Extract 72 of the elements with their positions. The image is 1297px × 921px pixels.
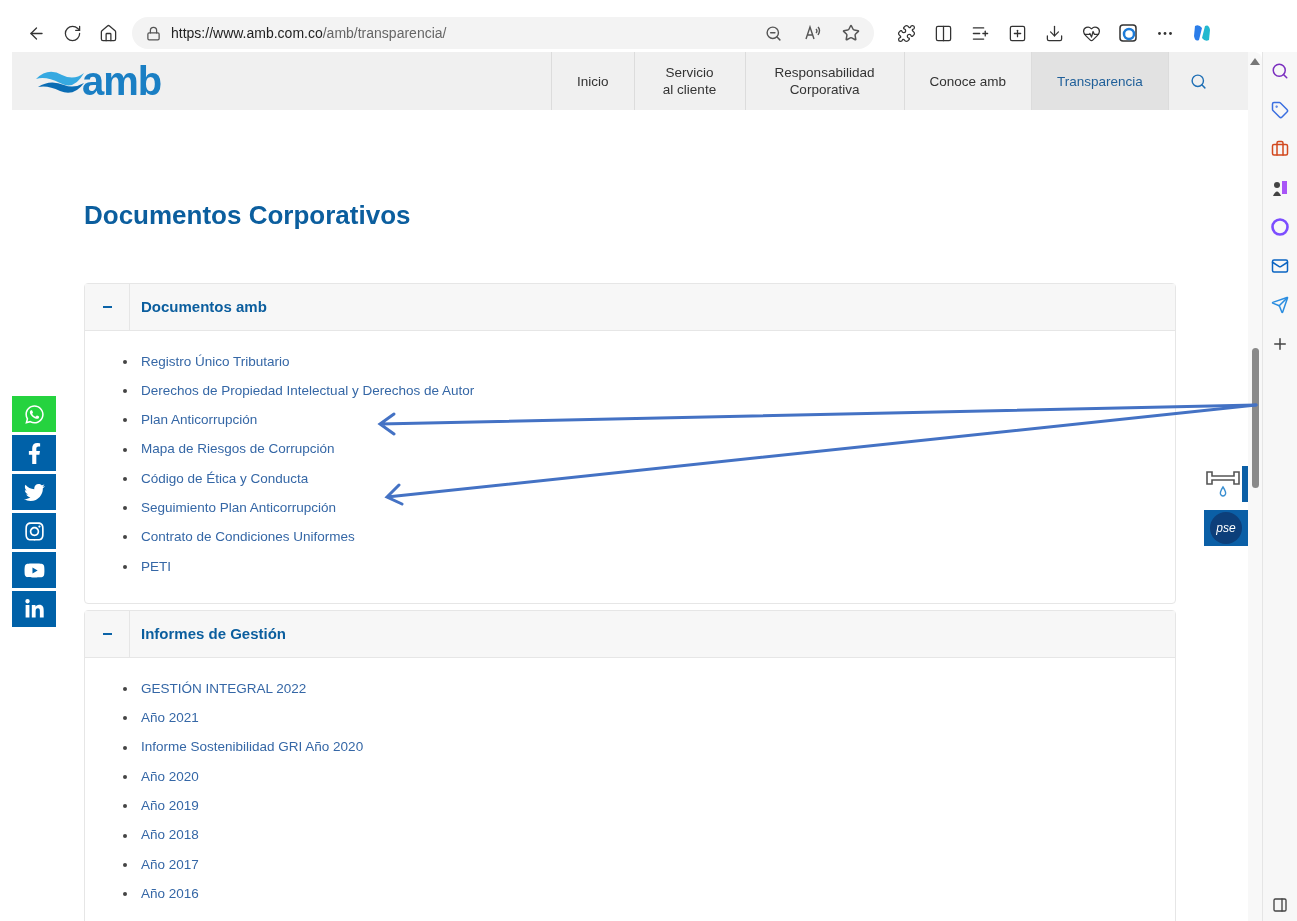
bullet-icon xyxy=(123,745,127,750)
minus-icon xyxy=(102,633,112,636)
bullet-icon xyxy=(123,687,127,691)
bullet-icon xyxy=(123,506,127,511)
address-bar[interactable]: https://www.amb.com.co/amb/transparencia/ xyxy=(132,17,874,49)
nav-tab[interactable]: Transparencia xyxy=(1031,52,1168,110)
bullet-icon xyxy=(123,564,127,569)
bullet-icon xyxy=(123,359,127,364)
pse-button[interactable]: pse xyxy=(1204,510,1248,546)
document-link[interactable]: Año 2017 xyxy=(141,854,199,875)
accordion-header[interactable]: Informes de Gestión xyxy=(85,611,1175,659)
document-link[interactable]: Año 2016 xyxy=(141,883,199,905)
twitter-icon xyxy=(23,481,45,503)
bullet-icon xyxy=(123,716,127,721)
document-link[interactable]: Seguimiento Plan Anticorrupción xyxy=(141,498,337,519)
ring-icon[interactable] xyxy=(1271,218,1289,236)
whatsapp-icon xyxy=(23,403,45,425)
bullet-icon xyxy=(123,535,127,540)
instagram-button[interactable] xyxy=(12,513,56,549)
bullet-icon xyxy=(123,892,127,897)
toolbox-icon[interactable] xyxy=(1271,140,1289,158)
document-link[interactable]: Mapa de Riesgos de Corrupción xyxy=(141,439,335,460)
nav-tab[interactable]: Servicio al cliente xyxy=(633,52,745,110)
chess-pieces-icon[interactable] xyxy=(1271,179,1289,197)
document-link[interactable]: Año 2018 xyxy=(141,825,199,846)
send-icon[interactable] xyxy=(1271,296,1289,314)
favorite-star-icon[interactable] xyxy=(842,24,860,42)
page-title: Documentos Corporativos xyxy=(84,199,412,232)
document-link[interactable]: Informe Sostenibilidad GRI Año 2020 xyxy=(141,737,364,758)
document-link[interactable]: Contrato de Condiciones Uniformes xyxy=(141,527,355,548)
bullet-icon xyxy=(123,388,127,393)
amb-logo: amb xyxy=(34,61,162,101)
minus-icon xyxy=(102,306,112,308)
panel-icon[interactable] xyxy=(1272,897,1288,913)
add-icon[interactable] xyxy=(1271,335,1289,353)
tag-icon[interactable] xyxy=(1271,101,1289,119)
accordion-header[interactable]: Documentos amb xyxy=(85,284,1175,331)
water-pipe-button[interactable] xyxy=(1204,466,1248,502)
bullet-icon xyxy=(123,447,127,452)
zoom-out-icon[interactable] xyxy=(765,24,782,42)
document-link[interactable]: GESTIÓN INTEGRAL 2022 xyxy=(141,678,307,700)
url-text: https://www.amb.com.co/amb/transparencia/ xyxy=(171,23,447,43)
search-icon[interactable] xyxy=(1271,62,1289,80)
home-icon xyxy=(98,23,118,43)
instagram-icon xyxy=(23,520,45,542)
document-link[interactable]: Año 2021 xyxy=(141,708,199,729)
facebook-button[interactable] xyxy=(12,435,56,471)
document-link[interactable]: Código de Ética y Conducta xyxy=(141,468,309,489)
lock-icon xyxy=(146,25,161,41)
document-link[interactable]: PETI xyxy=(141,556,171,577)
document-link[interactable]: Año 2019 xyxy=(141,796,199,817)
bullet-icon xyxy=(123,862,127,867)
more-icon xyxy=(1158,31,1172,35)
bullet-icon xyxy=(123,418,127,423)
bullet-icon xyxy=(123,833,127,838)
bullet-icon xyxy=(123,804,127,809)
document-link[interactable]: Registro Único Tributario xyxy=(141,351,290,372)
youtube-button[interactable] xyxy=(12,552,56,588)
nav-tab[interactable]: Responsabilidad Corporativa xyxy=(744,52,904,110)
nav-tab[interactable]: Inicio xyxy=(551,52,634,110)
read-aloud-icon[interactable] xyxy=(804,25,822,41)
refresh-icon xyxy=(62,23,82,43)
mail-icon[interactable] xyxy=(1271,257,1289,275)
document-link[interactable]: Año 2020 xyxy=(141,766,199,788)
document-link[interactable]: Plan Anticorrupción xyxy=(141,410,258,431)
linkedin-icon xyxy=(23,598,45,620)
search-icon xyxy=(1189,72,1207,90)
twitter-button[interactable] xyxy=(12,474,56,510)
document-link[interactable]: Derechos de Propiedad Intelectual y Derechos de Autor xyxy=(141,380,475,402)
bullet-icon xyxy=(123,476,127,481)
bullet-icon xyxy=(123,774,127,779)
linkedin-button[interactable] xyxy=(12,591,56,627)
